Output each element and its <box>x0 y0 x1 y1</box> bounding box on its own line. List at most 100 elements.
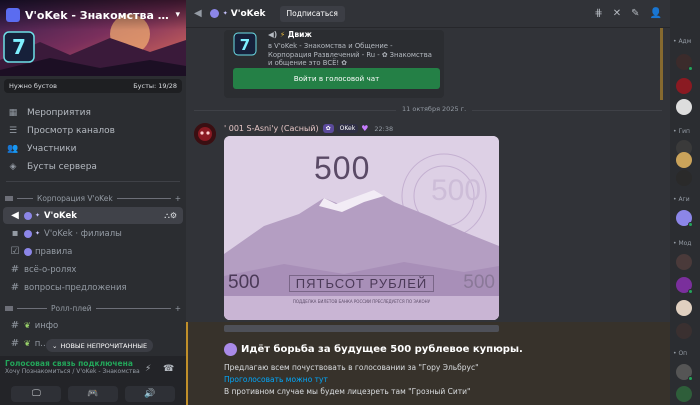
server-tag[interactable]: OKek <box>336 124 359 133</box>
channel-topbar: ◀ ✦ V'oKek Подписаться ⋕ ✕ ✎ 👤 <box>186 0 670 28</box>
image-caption-bar <box>224 325 499 332</box>
channel-questions[interactable]: # вопросы-предложения <box>3 279 183 296</box>
role-badge[interactable]: ✿ <box>322 124 334 133</box>
channel-name: правила <box>35 246 73 257</box>
vote-link[interactable]: Проголосовать можно тут <box>224 375 328 384</box>
member-category-label: Гип <box>678 128 690 135</box>
subscribe-button[interactable]: Подписаться <box>279 5 345 22</box>
category-corp[interactable]: Корпорация V'oKek + <box>0 191 186 206</box>
boost-label: Нужно бустов <box>9 82 57 90</box>
announcement-line: В противном случае мы будем лицезреть та… <box>224 387 471 396</box>
channel-dot <box>24 229 32 238</box>
server-nav: ▦ Мероприятия ☰ Просмотр каналов 👥 Участник… <box>0 104 186 176</box>
hash-icon: # <box>10 320 20 331</box>
category-label: Ролл-плей <box>51 304 92 313</box>
voice-status-panel: Голосовая связь подключена Хочу Познаком… <box>0 356 186 382</box>
threads-icon[interactable]: ⋕ <box>594 8 602 19</box>
voice-status-title[interactable]: Голосовая связь подключена <box>5 359 181 368</box>
channel-roles[interactable]: # всё-о-ролях <box>3 261 183 278</box>
nav-members[interactable]: 👥 Участники <box>0 140 186 158</box>
member-category: • Гип <box>673 128 690 135</box>
server-header[interactable]: V'oKek - Знакомства и Общение - К... ▾ <box>0 0 186 30</box>
nav-browse-channels[interactable]: ☰ Просмотр каналов <box>0 122 186 140</box>
add-channel-icon[interactable]: + <box>175 304 181 313</box>
embed-description: в V'oKek - Знакомства и Общение - Корпор… <box>268 42 438 68</box>
category-roleplay[interactable]: Ролл-плей + <box>0 301 186 316</box>
banknote-right-value: 500 <box>463 272 495 293</box>
nav-label: Бусты сервера <box>27 162 97 172</box>
date-divider: 11 октября 2025 г. <box>194 105 662 113</box>
banknote-image[interactable]: 500 500 500 ПЯТЬСОТ РУБЛЕЙ 500 ПОДДЕЛКА … <box>224 136 499 320</box>
channel-filials[interactable]: ▪ ✦ V'oKek · филиалы <box>3 225 183 242</box>
disconnect-icon[interactable]: ☎ <box>163 364 174 374</box>
leaf-icon: ❦ <box>24 339 31 348</box>
avatar[interactable] <box>676 254 692 270</box>
category-label: Корпорация V'oKek <box>37 194 113 203</box>
category-line <box>116 198 171 199</box>
sparkle-icon: ✦ <box>222 10 228 17</box>
unread-label: НОВЫЕ НЕПРОЧИТАННЫЕ <box>60 341 148 350</box>
voice-status-sub[interactable]: Хочу Познакомиться / V'oKek - Знакомства… <box>5 368 140 375</box>
nav-label: Мероприятия <box>27 108 91 118</box>
online-status <box>688 222 693 227</box>
topbar-actions: ⋕ ✕ ✎ 👤 <box>594 8 662 19</box>
banknote-watermark-value: 500 <box>431 174 482 207</box>
online-status <box>688 376 693 381</box>
add-channel-icon[interactable]: + <box>175 194 181 203</box>
server-flag-icon <box>6 8 20 22</box>
server-logo-icon: 7 <box>3 31 35 63</box>
channel-dot <box>24 247 32 256</box>
invite-settings-icon[interactable]: ⛬⚙ <box>164 211 177 221</box>
nav-boosts[interactable]: ◈ Бусты сервера <box>0 158 186 176</box>
sparkle-icon: ✦ <box>35 212 41 219</box>
embed-header: ◀) ⚡ Движ <box>268 30 312 39</box>
avatar[interactable] <box>194 123 216 145</box>
speaker-icon: ◀ <box>11 210 19 221</box>
channel-info[interactable]: # ❦ инфо <box>3 317 183 334</box>
channel-name: V'oKek <box>44 210 77 221</box>
avatar[interactable] <box>676 386 692 402</box>
channel-dot <box>209 9 219 18</box>
member-category: • Адм <box>673 38 692 45</box>
mute-bell-icon[interactable]: ✕ <box>613 8 621 19</box>
sparkle-icon: ✦ <box>35 230 41 237</box>
category-mark <box>5 306 13 311</box>
member-list: • Адм • Гип • Аги • Мод • Оп <box>670 0 700 405</box>
category-line <box>95 308 171 309</box>
avatar[interactable] <box>676 323 692 339</box>
member-category: • Оп <box>673 350 688 357</box>
nav-events[interactable]: ▦ Мероприятия <box>0 104 186 122</box>
screen-share-button[interactable]: 🖵 <box>11 385 62 402</box>
announcement-title: Идёт борьба за будущее 500 рублевое купю… <box>241 344 523 355</box>
join-voice-button[interactable]: Войти в голосовой чат <box>233 68 440 89</box>
activity-button[interactable]: 🎮 <box>67 385 118 402</box>
boost-count: Бусты: 19/28 <box>133 82 177 90</box>
mention-strip <box>660 28 663 100</box>
channel-voice-vokek[interactable]: ◀ ✦ V'oKek ⛬⚙ <box>3 207 183 224</box>
nav-label: Участники <box>27 144 77 154</box>
channel-rules[interactable]: ☑ правила <box>3 243 183 260</box>
members-toggle-icon[interactable]: 👤 <box>650 8 662 19</box>
category-line <box>17 198 33 199</box>
voice-invite-embed: 7 ◀) ⚡ Движ в V'oKek - Знакомства и Обще… <box>224 30 444 98</box>
avatar[interactable] <box>676 170 692 186</box>
online-status <box>688 66 693 71</box>
avatar-image <box>194 123 216 145</box>
channel-sidebar: 7 V'oKek - Знакомства и Общение - К... ▾… <box>0 0 186 405</box>
avatar[interactable] <box>676 99 692 115</box>
message-author[interactable]: ' 001 S-Asni'y (Сасный) <box>224 124 319 133</box>
avatar[interactable] <box>676 152 692 168</box>
boost-progress[interactable]: Нужно бустов Бусты: 19/28 <box>4 79 182 93</box>
new-unread-pill[interactable]: ⌄ НОВЫЕ НЕПРОЧИТАННЫЕ <box>46 339 154 352</box>
avatar[interactable] <box>676 78 692 94</box>
soundboard-button[interactable]: 🔊 <box>124 385 175 402</box>
avatar[interactable] <box>676 300 692 316</box>
channel-dot <box>24 211 32 220</box>
announce-icon: ▪ <box>11 228 19 239</box>
pin-icon[interactable]: ✎ <box>631 8 639 19</box>
chevron-down-icon[interactable]: ▾ <box>175 10 180 20</box>
noise-suppression-icon[interactable]: ⚡ <box>145 364 151 374</box>
banknote-text: ПЯТЬСОТ РУБЛЕЙ <box>288 274 435 292</box>
server-name: V'oKek - Знакомства и Общение - К... <box>25 8 171 22</box>
discord-app: 7 V'oKek - Знакомства и Общение - К... ▾… <box>0 0 700 405</box>
